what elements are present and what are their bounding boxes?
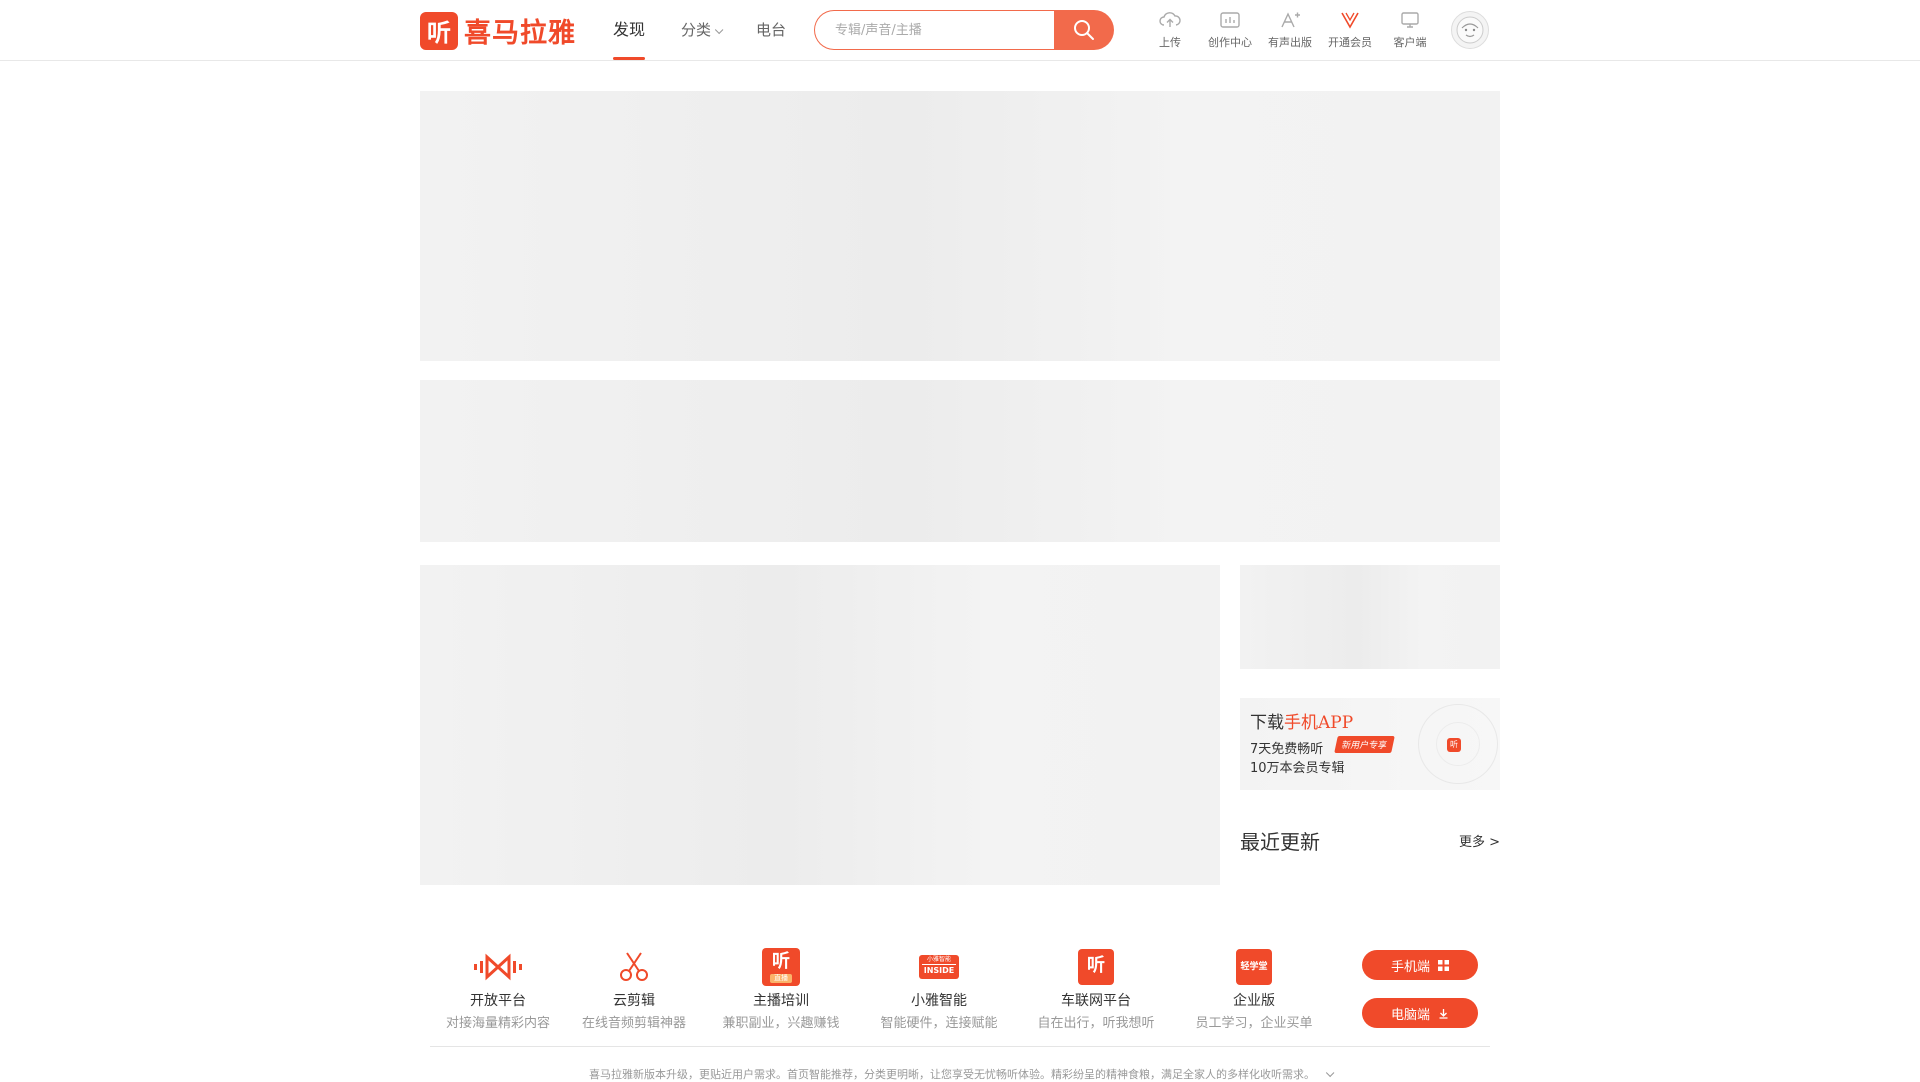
monitor-icon xyxy=(1401,12,1419,28)
footer-open-platform[interactable]: 开放平台 对接海量精彩内容 xyxy=(430,947,566,1031)
open-platform-icon xyxy=(474,953,522,981)
footer-car-platform-title: 车联网平台 xyxy=(1061,993,1131,1009)
xiaoya-icon-top: 小雅智能 xyxy=(926,956,951,963)
publish-button[interactable]: 有声出版 xyxy=(1260,8,1320,50)
upload-button[interactable]: 上传 xyxy=(1140,8,1200,50)
footer-open-platform-sub: 对接海量精彩内容 xyxy=(445,1016,550,1031)
creator-center-icon xyxy=(1220,12,1240,28)
cloud-upload-icon xyxy=(1159,12,1181,27)
anchor-training-icon-text: 听 xyxy=(772,951,790,972)
recent-more-link[interactable]: 更多 > xyxy=(1459,831,1500,850)
client-button[interactable]: 客户端 xyxy=(1380,8,1440,50)
anchor-training-icon: 听 直播 xyxy=(762,948,800,986)
header-tools: 上传 创作中心 有声出版 开通会员 客户端 xyxy=(1140,8,1440,50)
logo-text: 喜马拉雅 xyxy=(464,18,576,49)
banner-placeholder xyxy=(420,91,1500,361)
footer-notice-text: 喜马拉雅新版本升级，更贴近用户需求。首页智能推荐，分类更明晰，让您享受无忧畅听体… xyxy=(589,1068,1315,1081)
client-label: 客户端 xyxy=(1393,36,1427,49)
recent-updates-title: 最近更新 xyxy=(1240,830,1320,854)
footer-xiaoya-title: 小雅智能 xyxy=(911,993,967,1009)
search-icon xyxy=(1074,20,1094,40)
download-line-1: 7天免费畅听 xyxy=(1250,742,1324,757)
footer-car-platform[interactable]: 听 车联网平台 自在出行，听我想听 xyxy=(1031,947,1161,1031)
nav-discover-label: 发现 xyxy=(613,20,646,39)
footer-car-platform-sub: 自在出行，听我想听 xyxy=(1037,1016,1155,1031)
nav-category[interactable]: 分类 xyxy=(681,0,724,60)
main-content-placeholder xyxy=(420,565,1220,885)
footer-cloud-edit-sub: 在线音频剪辑神器 xyxy=(581,1016,686,1031)
footer-enterprise-sub: 员工学习，企业买单 xyxy=(1195,1016,1313,1031)
nav-category-label: 分类 xyxy=(681,21,712,39)
xiaoya-icon-inside: INSIDE xyxy=(922,964,956,975)
mobile-client-label: 手机端 xyxy=(1390,959,1430,975)
download-title: 下载手机APP xyxy=(1250,708,1353,733)
scissors-icon xyxy=(620,952,648,981)
creator-center-button[interactable]: 创作中心 xyxy=(1200,8,1260,50)
app-logo-icon: 听 xyxy=(1447,738,1461,752)
footer-anchor-training-sub: 兼职副业，兴趣赚钱 xyxy=(722,1016,840,1031)
download-title-prefix: 下载 xyxy=(1250,713,1284,733)
mobile-client-button[interactable]: 手机端 xyxy=(1362,950,1478,980)
upload-label: 上传 xyxy=(1159,36,1181,49)
top-header: 听 喜马拉雅 发现 分类 电台 上传 创作中心 有声出版 xyxy=(0,0,1920,61)
desktop-client-label: 电脑端 xyxy=(1390,1007,1430,1023)
user-avatar-icon xyxy=(1456,16,1484,44)
site-logo[interactable]: 听 喜马拉雅 xyxy=(420,11,576,50)
footer-xiaoya-sub: 智能硬件，连接赋能 xyxy=(880,1016,998,1031)
new-user-badge: 新用户专享 xyxy=(1334,736,1395,753)
footer-cloud-edit[interactable]: 云剪辑 在线音频剪辑神器 xyxy=(574,947,694,1031)
sidebar-placeholder xyxy=(1240,565,1500,669)
xiaoya-inside-icon: 小雅智能 INSIDE xyxy=(919,955,959,979)
vip-label: 开通会员 xyxy=(1328,36,1372,49)
publish-icon xyxy=(1281,12,1300,28)
enterprise-icon: 轻学堂 xyxy=(1236,949,1272,985)
chevron-down-icon xyxy=(714,25,724,35)
vip-icon xyxy=(1341,12,1359,29)
download-icon xyxy=(1439,1008,1448,1019)
footer-anchor-training[interactable]: 听 直播 主播培训 兼职副业，兴趣赚钱 xyxy=(716,947,846,1031)
user-avatar[interactable] xyxy=(1451,11,1489,49)
nav-radio[interactable]: 电台 xyxy=(756,0,786,60)
footer-cloud-edit-title: 云剪辑 xyxy=(613,993,655,1009)
main-nav: 发现 分类 电台 xyxy=(613,0,822,60)
footer-enterprise[interactable]: 轻学堂 企业版 员工学习，企业买单 xyxy=(1189,947,1319,1031)
category-placeholder xyxy=(420,380,1500,542)
desktop-client-button[interactable]: 电脑端 xyxy=(1362,998,1478,1028)
search-bar xyxy=(814,10,1114,50)
download-app-card[interactable]: 下载手机APP 7天免费畅听 新用户专享 10万本会员专辑 xyxy=(1240,698,1500,790)
creator-center-label: 创作中心 xyxy=(1208,36,1252,49)
search-button[interactable] xyxy=(1054,10,1114,50)
car-platform-icon: 听 xyxy=(1078,949,1114,985)
nav-radio-label: 电台 xyxy=(756,21,787,39)
footer-services: 开放平台 对接海量精彩内容 云剪辑 在线音频剪辑神器 听 直播 主播培训 兼职副… xyxy=(430,947,1319,1031)
download-title-highlight: 手机APP xyxy=(1284,713,1354,733)
publish-label: 有声出版 xyxy=(1268,36,1312,49)
search-input[interactable] xyxy=(814,10,1054,50)
vip-button[interactable]: 开通会员 xyxy=(1320,8,1380,50)
download-line-2: 10万本会员专辑 xyxy=(1250,761,1345,776)
qrcode-icon xyxy=(1438,959,1449,971)
nav-discover[interactable]: 发现 xyxy=(613,0,646,60)
footer-anchor-training-title: 主播培训 xyxy=(753,993,809,1009)
logo-mark-icon: 听 xyxy=(420,11,458,50)
footer-enterprise-title: 企业版 xyxy=(1233,993,1275,1009)
chevron-down-icon[interactable] xyxy=(1325,1068,1335,1078)
footer-open-platform-title: 开放平台 xyxy=(470,993,526,1009)
footer-divider xyxy=(430,1046,1490,1047)
anchor-training-icon-tag: 直播 xyxy=(770,974,792,983)
footer-xiaoya[interactable]: 小雅智能 INSIDE 小雅智能 智能硬件，连接赋能 xyxy=(874,947,1004,1031)
